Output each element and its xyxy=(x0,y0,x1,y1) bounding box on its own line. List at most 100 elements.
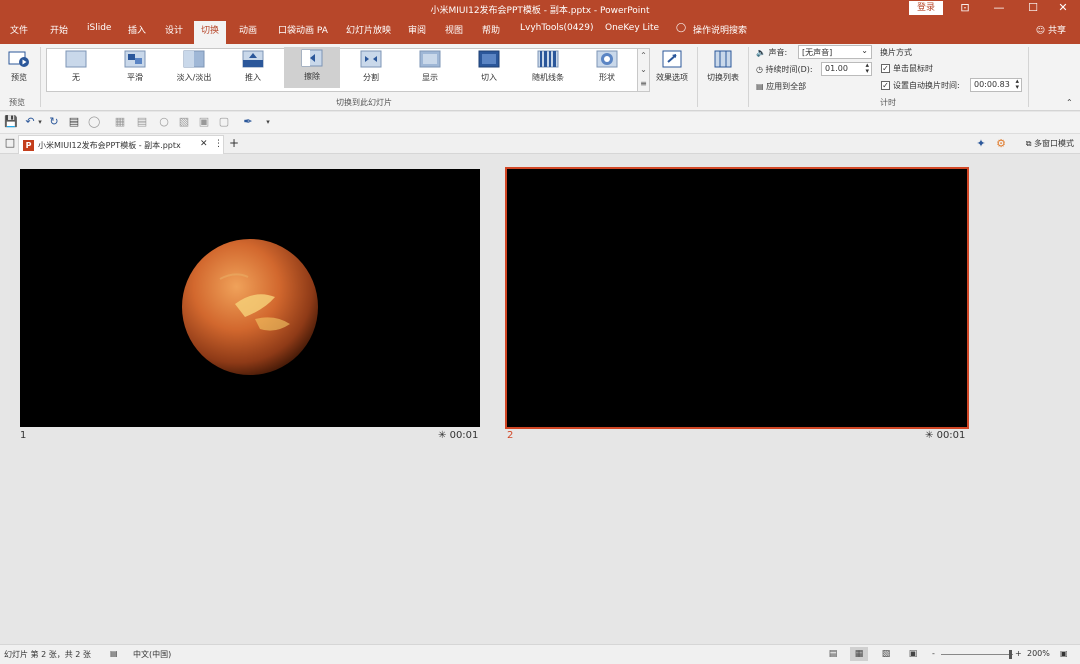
transition-none[interactable]: 无 xyxy=(48,48,104,90)
distribute-icon[interactable]: ▧ xyxy=(178,116,190,128)
check-icon: ✓ xyxy=(881,81,890,90)
apply-all-button[interactable]: ▤ 应用到全部 xyxy=(756,81,806,92)
slide-timing-2: ✳ 00:01 xyxy=(925,430,966,441)
spinner-icon[interactable]: ▴ ▾ xyxy=(865,62,869,75)
after-time-input[interactable]: 00:00.83 ▴ ▾ xyxy=(970,78,1022,92)
document-tab[interactable]: P 小米MIUI12发布会PPT模板 - 副本.pptx ✕ ⋮ xyxy=(18,135,224,154)
sound-select[interactable]: [无声音] ⌄ xyxy=(798,45,872,59)
lightbulb-icon[interactable]: ◯ xyxy=(676,23,686,33)
on-click-checkbox[interactable]: ✓ 单击鼠标时 xyxy=(881,63,933,74)
tab-animations[interactable]: 动画 xyxy=(239,23,257,36)
transition-push[interactable]: 推入 xyxy=(225,48,281,90)
tab-menu-icon[interactable]: ⋮ xyxy=(214,139,223,149)
pin-icon[interactable]: ✦ xyxy=(975,138,987,150)
multi-window-mode-button[interactable]: ⧉ 多窗口模式 xyxy=(1026,138,1074,149)
save-icon[interactable]: 💾 xyxy=(4,116,18,128)
check-icon: ✓ xyxy=(881,64,890,73)
slide-thumbnail-2[interactable] xyxy=(505,167,969,429)
zoom-level[interactable]: 200% xyxy=(1027,649,1050,658)
restore-ribbon-icon[interactable]: ⊡ xyxy=(948,0,982,17)
tab-review[interactable]: 审阅 xyxy=(408,23,426,36)
transition-shape[interactable]: 形状 xyxy=(579,48,635,90)
tab-onekey-lite[interactable]: OneKey Lite xyxy=(605,23,659,33)
ribbon: 预览 预览 无 平滑 淡入/淡出 推入 擦除 分割 显示 切入 随机线条 形状 … xyxy=(0,44,1080,111)
tab-view[interactable]: 视图 xyxy=(445,23,463,36)
reveal-transition-icon xyxy=(419,50,441,68)
spellcheck-icon[interactable]: ▤ xyxy=(110,649,118,658)
add-tab-icon[interactable]: + xyxy=(229,136,239,150)
customize-toolbar-icon[interactable]: ▾ xyxy=(262,116,274,128)
transition-random-bars[interactable]: 随机线条 xyxy=(520,48,576,90)
effect-options-button[interactable]: 效果选项 xyxy=(652,48,692,90)
transitions-group-label: 切换到此幻灯片 xyxy=(336,98,392,107)
after-time-checkbox[interactable]: ✓ 设置自动换片时间: xyxy=(881,80,960,91)
share-button[interactable]: ☺ 共享 xyxy=(1036,23,1066,36)
tab-insert[interactable]: 插入 xyxy=(128,23,146,36)
clock-icon: ◷ xyxy=(756,65,763,74)
undo-dropdown-icon[interactable]: ▾ xyxy=(34,116,46,128)
preview-group-label: 预览 xyxy=(9,98,25,107)
ungroup-icon[interactable]: ▢ xyxy=(218,116,230,128)
lock-icon[interactable]: ○ xyxy=(158,116,170,128)
duration-input[interactable]: 01.00 ▴ ▾ xyxy=(821,62,872,76)
tab-lvyhtools[interactable]: LvyhTools(0429) xyxy=(520,23,593,33)
format-painter-icon[interactable]: ▤ xyxy=(68,116,80,128)
advance-slide-label: 换片方式 xyxy=(880,48,912,57)
transition-list-button[interactable]: 切换列表 xyxy=(702,48,744,90)
minimize-button[interactable]: — xyxy=(982,0,1016,17)
slide-number-2: 2 xyxy=(507,430,514,441)
language-indicator[interactable]: 中文(中国) xyxy=(133,649,171,660)
gallery-scroll[interactable]: ⌃ ⌄ ≡ xyxy=(637,48,650,92)
normal-view-icon[interactable]: ▤ xyxy=(824,647,842,661)
reading-view-icon[interactable]: ▧ xyxy=(877,647,895,661)
tab-file[interactable]: 文件 xyxy=(10,23,28,36)
tell-me-search[interactable]: 操作说明搜索 xyxy=(693,23,747,36)
collapse-ribbon-icon[interactable]: ⌃ xyxy=(1066,98,1073,107)
transition-reveal[interactable]: 显示 xyxy=(402,48,458,90)
group-icon[interactable]: ▣ xyxy=(198,116,210,128)
close-button[interactable]: ✕ xyxy=(1046,0,1080,17)
split-transition-icon xyxy=(360,50,382,68)
transition-wipe[interactable]: 擦除 xyxy=(284,47,340,88)
tab-islide[interactable]: iSlide xyxy=(87,23,111,33)
powerpoint-icon: P xyxy=(23,140,34,151)
align-icon[interactable]: ▦ xyxy=(114,116,126,128)
fit-to-window-icon[interactable]: ▣ xyxy=(1060,649,1068,658)
sound-label: 🔈 声音: xyxy=(756,48,788,57)
tab-home[interactable]: 开始 xyxy=(50,23,68,36)
zoom-in-button[interactable]: + xyxy=(1015,649,1022,658)
close-tab-icon[interactable]: ✕ xyxy=(200,139,208,149)
zoom-out-button[interactable]: - xyxy=(932,649,935,658)
tab-design[interactable]: 设计 xyxy=(165,23,183,36)
star-icon: ✳ xyxy=(925,430,934,441)
new-document-icon[interactable]: □ xyxy=(4,137,16,149)
slideshow-view-icon[interactable]: ▣ xyxy=(904,647,922,661)
zoom-slider-thumb[interactable] xyxy=(1009,650,1012,659)
maximize-button[interactable]: ☐ xyxy=(1016,0,1050,17)
transition-cut[interactable]: 切入 xyxy=(461,48,517,90)
duration-label: ◷ 持续时间(D): xyxy=(756,65,813,74)
push-transition-icon xyxy=(242,50,264,68)
redo-icon[interactable]: ↻ xyxy=(48,116,60,128)
random-bars-transition-icon xyxy=(537,50,559,68)
star-icon: ✳ xyxy=(438,430,447,441)
tab-slideshow[interactable]: 幻灯片放映 xyxy=(346,23,391,36)
slide-sorter-view-icon[interactable]: ▦ xyxy=(850,647,868,661)
login-button[interactable]: 登录 xyxy=(909,1,943,15)
brush-icon[interactable]: ✒ xyxy=(242,116,254,128)
transition-morph[interactable]: 平滑 xyxy=(107,48,163,90)
zoom-slider[interactable] xyxy=(941,654,1013,655)
slide-count: 幻灯片 第 2 张，共 2 张 xyxy=(4,650,91,659)
timing-group-label: 计时 xyxy=(880,98,896,107)
settings-icon[interactable]: ⚙ xyxy=(995,138,1007,150)
transition-fade[interactable]: 淡入/淡出 xyxy=(166,48,222,90)
slide-thumbnail-1[interactable] xyxy=(20,169,480,427)
tab-pocket-animation[interactable]: 口袋动画 PA xyxy=(278,23,328,36)
tab-transitions[interactable]: 切换 xyxy=(194,21,227,44)
shapes-icon[interactable]: ◯ xyxy=(88,116,100,128)
transition-split[interactable]: 分割 xyxy=(343,48,399,90)
align-left-icon[interactable]: ▤ xyxy=(136,116,148,128)
tab-help[interactable]: 帮助 xyxy=(482,23,500,36)
preview-button[interactable]: 预览 xyxy=(2,48,36,90)
spinner-icon[interactable]: ▴ ▾ xyxy=(1015,78,1019,91)
